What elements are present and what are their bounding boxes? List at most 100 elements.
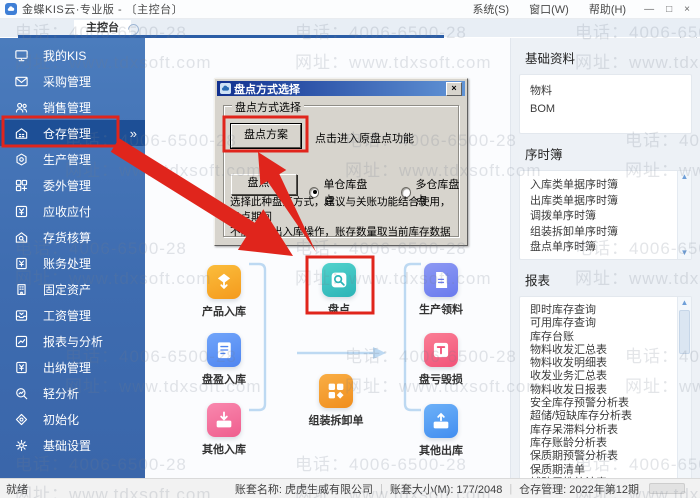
- scroll-up-icon[interactable]: ▲: [678, 297, 691, 309]
- list-item[interactable]: 物料收发日报表: [530, 384, 691, 397]
- dialog-close-icon[interactable]: ×: [446, 82, 462, 96]
- tray-down-icon: [213, 409, 235, 431]
- sidebar-item-cashier[interactable]: 出纳管理: [0, 354, 145, 380]
- flow-tile-stocktake[interactable]: [322, 263, 356, 297]
- sidebar-item-warehouse[interactable]: 仓存管理 »: [0, 120, 145, 146]
- flow-tile-material-out[interactable]: [424, 263, 458, 297]
- expand-chevrons-icon[interactable]: »: [130, 126, 136, 141]
- flow-tile-loss-out[interactable]: [424, 333, 458, 367]
- list-item[interactable]: 组装拆卸单序时簿: [530, 225, 691, 241]
- restore-button[interactable]: □: [666, 4, 672, 15]
- sidebar-item-label: 报表与分析: [43, 333, 103, 350]
- flow-tile-label: 组装拆卸单: [298, 412, 374, 428]
- sidebar-item-label: 仓存管理: [43, 125, 91, 142]
- flow-tile-product-in[interactable]: [207, 265, 241, 299]
- list-item[interactable]: 物料收发明细表: [530, 357, 691, 370]
- list-item[interactable]: 库存台账: [530, 331, 691, 344]
- list-item[interactable]: BOM: [530, 100, 691, 118]
- sidebar-item-monitor[interactable]: 我的KIS: [0, 42, 145, 68]
- window-title: 金蝶KIS云·专业版 - 〔主控台〕: [22, 1, 183, 17]
- list-item[interactable]: 可用库存查询: [530, 317, 691, 330]
- sidebar-item-mail[interactable]: 采购管理: [0, 68, 145, 94]
- init-icon: [14, 411, 30, 427]
- list-item[interactable]: 调拨单序时簿: [530, 209, 691, 225]
- minimize-button[interactable]: —: [644, 4, 654, 15]
- sidebar-item-outsource[interactable]: 委外管理: [0, 172, 145, 198]
- sidebar-item-label: 基础设置: [43, 437, 91, 454]
- grid-icon: [325, 380, 347, 402]
- status-separator: |: [509, 483, 512, 495]
- menu-help[interactable]: 帮助(H): [589, 1, 626, 17]
- payroll-icon: [14, 307, 30, 323]
- list-item[interactable]: 即时库存查询: [530, 304, 691, 317]
- sidebar-item-users[interactable]: 销售管理: [0, 94, 145, 120]
- report-icon: [14, 333, 30, 349]
- list-item[interactable]: 入库类单据序时簿: [530, 178, 691, 194]
- close-button[interactable]: ×: [684, 4, 690, 15]
- dialog-title-bar: 盘点方式选择 ×: [217, 81, 465, 96]
- list-item[interactable]: 物料收发汇总表: [530, 344, 691, 357]
- scrollbar[interactable]: ▲▼: [677, 297, 691, 487]
- panel-card-0: 物料BOM: [519, 74, 692, 134]
- list-item[interactable]: 保质期预警分析表: [530, 450, 691, 463]
- mail-icon: [14, 73, 30, 89]
- list-item[interactable]: 库存呆滞料分析表: [530, 424, 691, 437]
- flow-tile-label: 盘盈入库: [186, 371, 262, 387]
- scroll-down-icon[interactable]: ▼: [678, 247, 691, 259]
- sidebar-item-label: 生产管理: [43, 151, 91, 168]
- scroll-up-icon[interactable]: ▲: [678, 171, 691, 183]
- list-item[interactable]: 物料: [530, 82, 691, 100]
- users-icon: [14, 99, 30, 115]
- stocktake-sheet-button[interactable]: 盘点单: [231, 174, 297, 195]
- sidebar-item-init[interactable]: 初始化: [0, 406, 145, 432]
- sidebar-item-payable[interactable]: 应收应付: [0, 198, 145, 224]
- settings-icon: [14, 437, 30, 453]
- sidebar-item-label: 采购管理: [43, 73, 91, 90]
- status-account-name: 账套名称: 虎虎生威有限公司: [235, 481, 373, 497]
- inventory-icon: [14, 229, 30, 245]
- list-item[interactable]: 超储/短缺库存分析表: [530, 410, 691, 423]
- flow-tile-label: 生产领料: [403, 301, 479, 317]
- panel-section-title: 序时簿: [525, 144, 700, 163]
- scrollbar[interactable]: ▲▼: [677, 171, 691, 259]
- list-item[interactable]: 库存账龄分析表: [530, 437, 691, 450]
- sidebar-item-label: 初始化: [43, 411, 79, 428]
- flow-tile-surplus-in[interactable]: [207, 333, 241, 367]
- tab-underline: [18, 35, 444, 38]
- status-ready: 就绪: [6, 481, 28, 497]
- list-item[interactable]: 收发业务汇总表: [530, 370, 691, 383]
- menu-window[interactable]: 窗口(W): [529, 1, 569, 17]
- dialog-title: 盘点方式选择: [234, 81, 300, 97]
- flow-tile-assembly[interactable]: [319, 374, 353, 408]
- list-item[interactable]: 安全库存预警分析表: [530, 397, 691, 410]
- title-bar: 金蝶KIS云·专业版 - 〔主控台〕 系统(S) 窗口(W) 帮助(H) — □…: [0, 0, 700, 19]
- flow-tile-other-out[interactable]: [424, 404, 458, 438]
- outsource-icon: [14, 177, 30, 193]
- sidebar-item-report[interactable]: 报表与分析: [0, 328, 145, 354]
- flow-tile-other-in[interactable]: [207, 403, 241, 437]
- group-label: 盘点方式选择: [232, 99, 304, 115]
- sidebar-item-inventory[interactable]: 存货核算: [0, 224, 145, 250]
- flow-tile-label: 其他出库: [403, 442, 479, 458]
- stocktake-plan-button[interactable]: 盘点方案: [231, 124, 301, 148]
- production-icon: [14, 151, 30, 167]
- sidebar-item-assets[interactable]: 固定资产: [0, 276, 145, 302]
- sidebar-item-label: 我的KIS: [43, 47, 86, 64]
- flow-tile-label: 其他入库: [186, 441, 262, 457]
- sidebar-item-production[interactable]: 生产管理: [0, 146, 145, 172]
- sidebar-item-payroll[interactable]: 工资管理: [0, 302, 145, 328]
- scroll-thumb[interactable]: [679, 310, 690, 354]
- sidebar-item-ledger[interactable]: 账务处理: [0, 250, 145, 276]
- sidebar-item-label: 存货核算: [43, 229, 91, 246]
- list-item[interactable]: 盘点单序时簿: [530, 240, 691, 256]
- list-item[interactable]: 出库类单据序时簿: [530, 194, 691, 210]
- analysis-icon: [14, 385, 30, 401]
- sidebar-item-label: 出纳管理: [43, 359, 91, 376]
- kingdee-kis-app: { "window": { "title": "金蝶KIS云·专业版 - 〔主控…: [0, 0, 700, 498]
- panel-card-1: 入库类单据序时簿出库类单据序时簿调拨单序时簿组装拆卸单序时簿盘点单序时簿▲▼: [519, 170, 692, 260]
- list-item[interactable]: 保质期清单: [530, 464, 691, 477]
- menu-system[interactable]: 系统(S): [472, 1, 509, 17]
- sidebar-item-settings[interactable]: 基础设置: [0, 432, 145, 458]
- sidebar-item-analysis[interactable]: 轻分析: [0, 380, 145, 406]
- stocktake-method-dialog: 盘点方式选择 × 盘点方式选择 盘点方案 点击进入原盘点功能 盘点单 单仓库盘点…: [214, 78, 468, 246]
